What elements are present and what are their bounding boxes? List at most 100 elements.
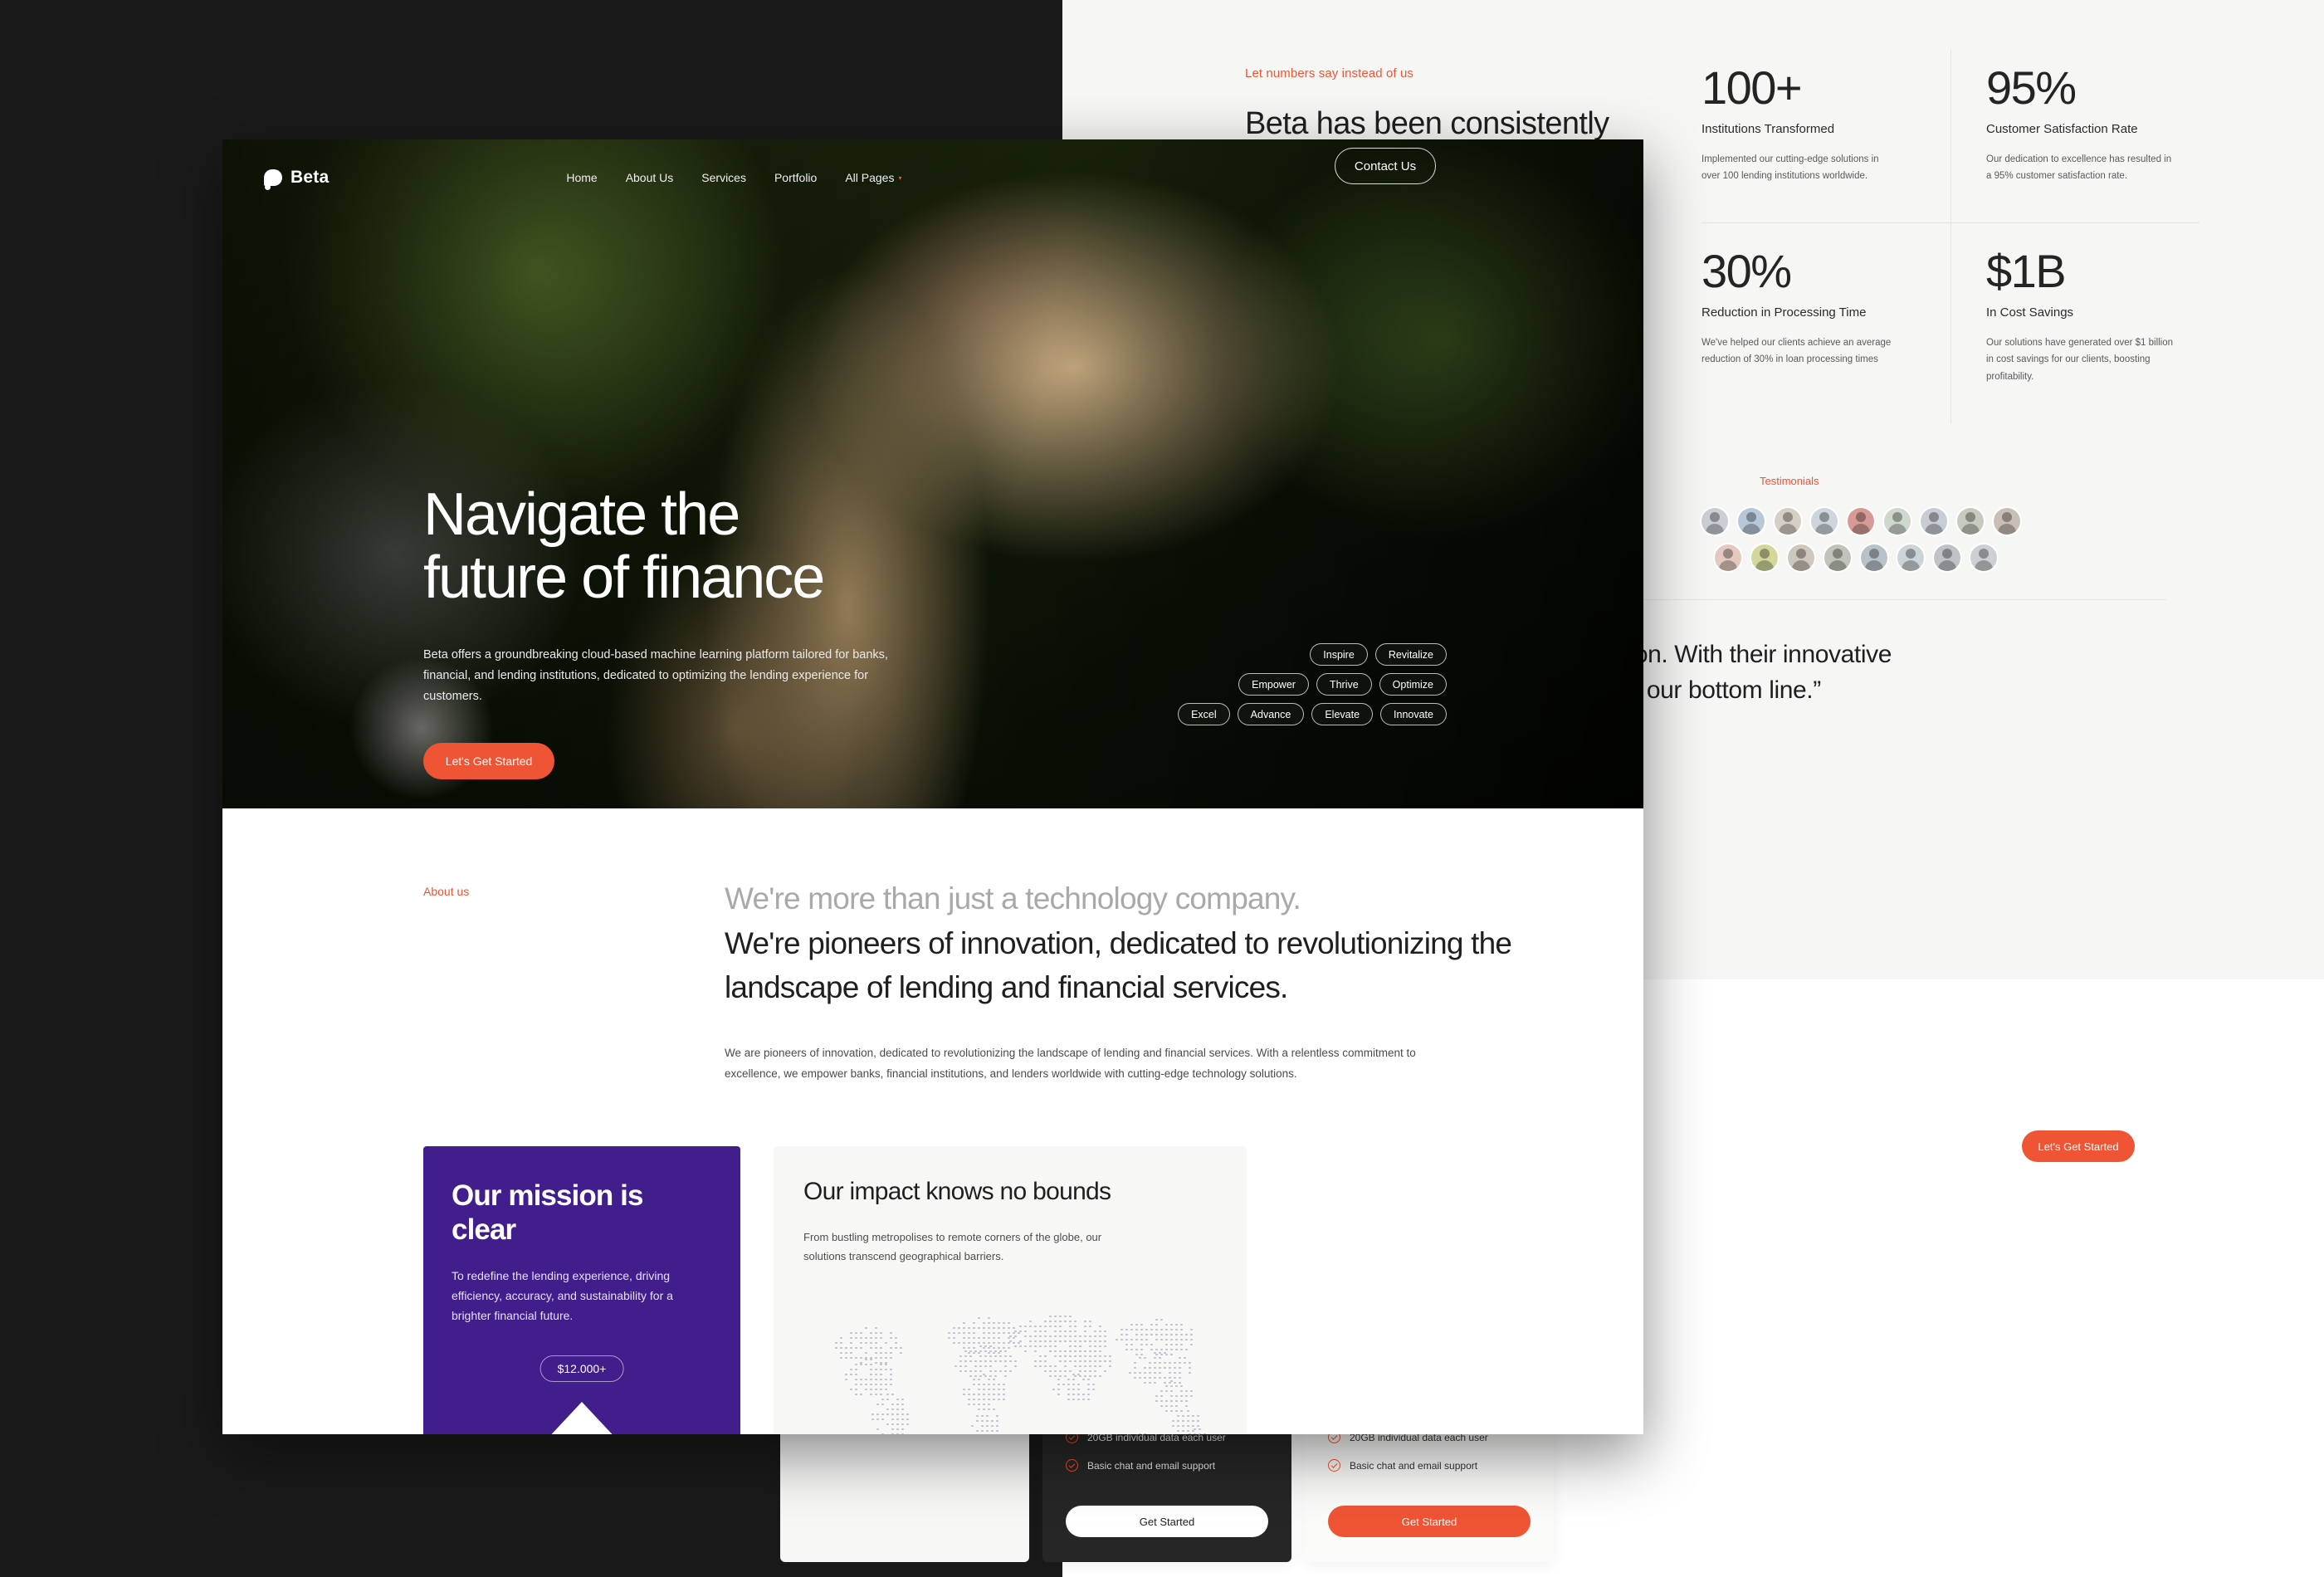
stats-headline-block: Let numbers say instead of us Beta has b… bbox=[1245, 66, 1776, 144]
foreground-browser-window: Beta Home About Us Services Portfolio Al… bbox=[222, 139, 1643, 1434]
impact-title: Our impact knows no bounds bbox=[803, 1178, 1217, 1206]
mission-description: To redefine the lending experience, driv… bbox=[452, 1266, 712, 1326]
about-cards: Our mission is clear To redefine the len… bbox=[423, 1146, 1643, 1434]
about-paragraph: We are pioneers of innovation, dedicated… bbox=[725, 1043, 1418, 1085]
avatar[interactable] bbox=[1788, 544, 1814, 571]
testimonials-eyebrow: Testimonials bbox=[1760, 475, 1819, 487]
chevron-down-icon: ▾ bbox=[898, 174, 901, 182]
nav-item-all-pages-label: All Pages bbox=[845, 171, 894, 184]
avatar[interactable] bbox=[1921, 508, 1947, 535]
stat-card: 100+ Institutions Transformed Implemente… bbox=[1702, 50, 1950, 222]
avatar[interactable] bbox=[1934, 544, 1960, 571]
about-lead-text: We're more than just a technology compan… bbox=[725, 876, 1555, 921]
pricing-feature-label: Basic chat and email support bbox=[1350, 1460, 1477, 1472]
avatar[interactable] bbox=[1715, 544, 1741, 571]
impact-description: From bustling metropolises to remote cor… bbox=[803, 1228, 1127, 1267]
mission-card: Our mission is clear To redefine the len… bbox=[423, 1146, 740, 1434]
avatar[interactable] bbox=[1738, 508, 1765, 535]
stats-row: 30% Reduction in Processing Time We've h… bbox=[1702, 222, 2249, 422]
avatar[interactable] bbox=[1824, 544, 1851, 571]
logo-text: Beta bbox=[290, 168, 329, 188]
stat-value: 30% bbox=[1702, 248, 1927, 295]
pill-advance[interactable]: Advance bbox=[1238, 703, 1305, 725]
testimonials-divider bbox=[1635, 599, 2166, 600]
pricing-get-started-button[interactable]: Get Started bbox=[1328, 1506, 1531, 1537]
impact-card: Our impact knows no bounds From bustling… bbox=[774, 1146, 1247, 1434]
about-section: About us We're more than just a technolo… bbox=[222, 808, 1643, 1434]
stat-label: Institutions Transformed bbox=[1702, 122, 1927, 136]
stat-card: 30% Reduction in Processing Time We've h… bbox=[1702, 222, 1950, 422]
chat-bubble-icon bbox=[264, 169, 282, 186]
pill-excel[interactable]: Excel bbox=[1178, 703, 1230, 725]
stat-description: We've helped our clients achieve an aver… bbox=[1702, 334, 1899, 368]
avatar[interactable] bbox=[1884, 508, 1911, 535]
mission-amount-chip: $12.000+ bbox=[540, 1355, 624, 1382]
pricing-lets-get-started-button[interactable]: Let's Get Started bbox=[2022, 1130, 2135, 1162]
pill-row: Excel Advance Elevate Innovate bbox=[1178, 703, 1447, 725]
avatar[interactable] bbox=[1957, 508, 1984, 535]
nav-item-portfolio[interactable]: Portfolio bbox=[774, 171, 817, 184]
pill-inspire[interactable]: Inspire bbox=[1310, 643, 1368, 666]
avatar[interactable] bbox=[1702, 508, 1728, 535]
nav-item-services[interactable]: Services bbox=[701, 171, 746, 184]
avatar[interactable] bbox=[1775, 508, 1801, 535]
pill-row: Inspire Revitalize bbox=[1310, 643, 1447, 666]
pill-revitalize[interactable]: Revitalize bbox=[1375, 643, 1447, 666]
avatar[interactable] bbox=[1970, 544, 1997, 571]
nav-item-all-pages[interactable]: All Pages ▾ bbox=[845, 171, 901, 184]
pill-thrive[interactable]: Thrive bbox=[1316, 673, 1372, 696]
stat-value: 95% bbox=[1986, 65, 2176, 111]
avatar[interactable] bbox=[1994, 508, 2020, 535]
hero-heading: Navigate the future of finance bbox=[423, 483, 921, 610]
stats-row: 100+ Institutions Transformed Implemente… bbox=[1702, 50, 2249, 222]
avatar[interactable] bbox=[1897, 544, 1924, 571]
nav-links: Home About Us Services Portfolio All Pag… bbox=[566, 171, 901, 184]
avatar[interactable] bbox=[1751, 544, 1778, 571]
stats-eyebrow: Let numbers say instead of us bbox=[1245, 66, 1776, 81]
about-eyebrow: About us bbox=[423, 885, 469, 898]
pricing-feature: Basic chat and email support bbox=[1328, 1459, 1531, 1472]
pricing-feature: Basic chat and email support bbox=[1066, 1459, 1268, 1472]
avatar[interactable] bbox=[1861, 544, 1887, 571]
pill-row: Empower Thrive Optimize bbox=[1238, 673, 1447, 696]
hero-paragraph: Beta offers a groundbreaking cloud-based… bbox=[423, 645, 921, 707]
check-circle-icon bbox=[1328, 1459, 1340, 1472]
hero-heading-line-1: Navigate the bbox=[423, 483, 921, 546]
hero-heading-line-2: future of finance bbox=[423, 546, 921, 609]
world-map-dots bbox=[785, 1294, 1238, 1434]
hero-get-started-button[interactable]: Let's Get Started bbox=[423, 743, 554, 779]
stat-description: Our solutions have generated over $1 bil… bbox=[1986, 334, 2176, 384]
stats-headline: Beta has been consistently bbox=[1245, 104, 1776, 144]
avatar[interactable] bbox=[1848, 508, 1874, 535]
pricing-get-started-button[interactable]: Get Started bbox=[1066, 1506, 1268, 1537]
stat-label: Customer Satisfaction Rate bbox=[1986, 122, 2176, 136]
pill-elevate[interactable]: Elevate bbox=[1311, 703, 1373, 725]
testimonial-avatar-grid bbox=[1702, 508, 2150, 581]
stat-card: $1B In Cost Savings Our solutions have g… bbox=[1950, 222, 2200, 422]
nav-item-about-us[interactable]: About Us bbox=[626, 171, 674, 184]
stat-description: Our dedication to excellence has resulte… bbox=[1986, 151, 2176, 184]
stat-description: Implemented our cutting-edge solutions i… bbox=[1702, 151, 1899, 184]
avatar[interactable] bbox=[1811, 508, 1838, 535]
pill-empower[interactable]: Empower bbox=[1238, 673, 1309, 696]
mission-title: Our mission is clear bbox=[452, 1179, 712, 1247]
pill-optimize[interactable]: Optimize bbox=[1379, 673, 1447, 696]
stat-label: In Cost Savings bbox=[1986, 305, 2176, 320]
pill-innovate[interactable]: Innovate bbox=[1380, 703, 1447, 725]
stat-card: 95% Customer Satisfaction Rate Our dedic… bbox=[1950, 50, 2200, 222]
hero-content: Navigate the future of finance Beta offe… bbox=[423, 483, 921, 779]
hero-section: Beta Home About Us Services Portfolio Al… bbox=[222, 139, 1643, 808]
contact-us-button[interactable]: Contact Us bbox=[1335, 148, 1436, 184]
stat-value: $1B bbox=[1986, 248, 2176, 295]
hero-keyword-pills: Inspire Revitalize Empower Thrive Optimi… bbox=[1178, 643, 1447, 725]
stat-label: Reduction in Processing Time bbox=[1702, 305, 1927, 320]
stat-value: 100+ bbox=[1702, 65, 1927, 111]
avatar-row bbox=[1702, 544, 2150, 571]
about-content: We're more than just a technology compan… bbox=[725, 876, 1555, 1085]
nav-item-home[interactable]: Home bbox=[566, 171, 597, 184]
pricing-feature-label: Basic chat and email support bbox=[1087, 1460, 1215, 1472]
stats-grid: 100+ Institutions Transformed Implemente… bbox=[1702, 50, 2249, 423]
avatar-row bbox=[1702, 508, 2150, 535]
logo[interactable]: Beta bbox=[264, 168, 329, 188]
check-circle-icon bbox=[1066, 1459, 1078, 1472]
